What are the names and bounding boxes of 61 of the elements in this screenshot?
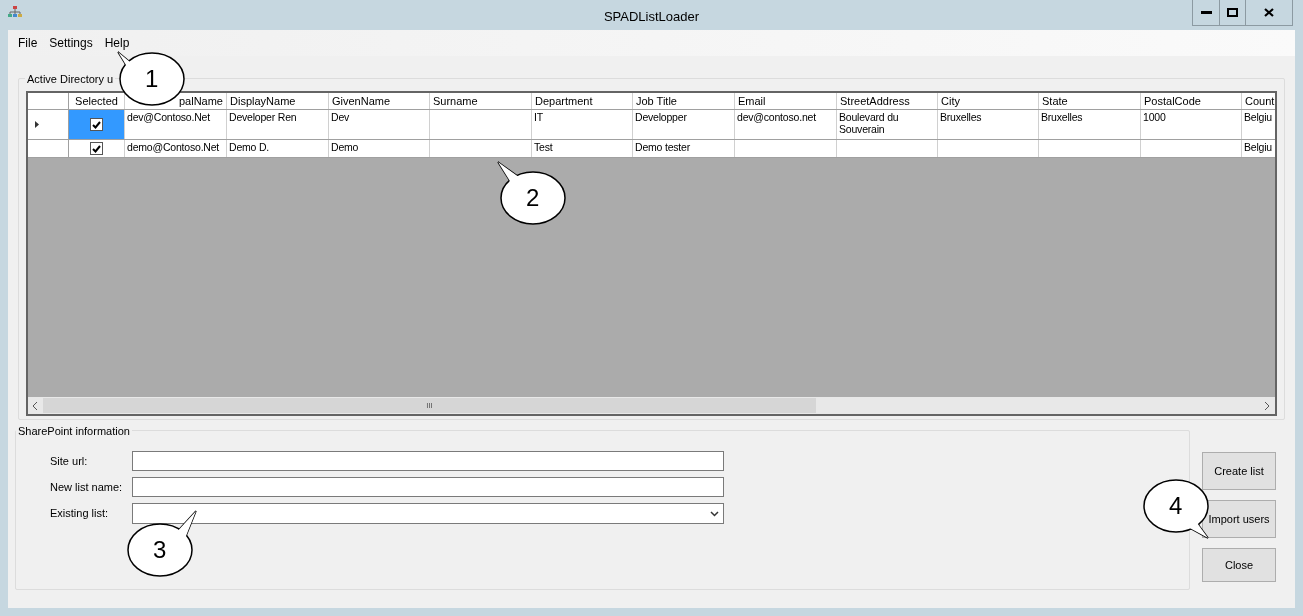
check-icon	[92, 120, 101, 129]
column-header[interactable]: Selected	[72, 93, 121, 109]
table-cell-text: Boulevard du Souverain	[838, 110, 900, 135]
horizontal-scrollbar[interactable]: III	[28, 397, 1275, 414]
table-cell-text: Belgiu	[1243, 110, 1273, 123]
scrollbar-grip: III	[426, 401, 433, 410]
table-cell-text: Demo tester	[634, 140, 691, 153]
column-header[interactable]: City	[938, 93, 963, 109]
column-header[interactable]: StreetAddress	[837, 93, 913, 109]
action-button[interactable]: Import users	[1202, 500, 1276, 538]
text-field[interactable]	[132, 451, 724, 471]
field-label: Site url:	[50, 453, 89, 469]
table-cell-text: IT	[533, 110, 544, 123]
column-header[interactable]: DisplayName	[227, 93, 299, 109]
column-header[interactable]: PostalCode	[1141, 93, 1204, 109]
column-header[interactable]: Email	[735, 93, 769, 109]
table-cell-text: Bruxelles	[939, 110, 983, 123]
column-header[interactable]: Count	[1242, 93, 1275, 109]
column-header[interactable]: Job Title	[633, 93, 680, 109]
table-cell-text: demo@Contoso.Net	[126, 140, 221, 153]
menu-item[interactable]: Help	[98, 34, 136, 52]
scrollbar-thumb[interactable]: III	[43, 398, 816, 413]
menu-item[interactable]: Settings	[43, 34, 99, 52]
table-cell-text: dev@contoso.net	[736, 110, 817, 123]
maximize-icon	[1227, 8, 1238, 17]
minimize-icon	[1200, 11, 1212, 14]
chevron-down-icon	[710, 510, 719, 517]
current-row-icon	[35, 121, 39, 128]
table-cell-text: Developper	[634, 110, 688, 123]
column-header[interactable]: State	[1039, 93, 1071, 109]
table-cell-text: Belgiu	[1243, 140, 1273, 153]
column-header[interactable]: Department	[532, 93, 596, 109]
table-cell-text: Dev	[330, 110, 351, 123]
table-cell-text: Bruxelles	[1040, 110, 1084, 123]
close-icon	[1264, 8, 1274, 17]
field-label: Existing list:	[50, 506, 110, 522]
table-cell-text: Demo D.	[228, 140, 271, 153]
callout-number: 2	[526, 186, 540, 210]
column-header[interactable]: Surname	[430, 93, 481, 109]
callout-number: 3	[153, 538, 167, 562]
row-checkbox[interactable]	[90, 118, 103, 131]
column-header[interactable]: GivenName	[329, 93, 394, 109]
callout-number: 1	[145, 67, 159, 91]
action-button[interactable]: Close	[1202, 548, 1276, 582]
app-icon	[8, 6, 22, 18]
action-button[interactable]: Create list	[1202, 452, 1276, 490]
table-cell-text: 1000	[1142, 110, 1167, 123]
table-cell-text: Demo	[330, 140, 360, 153]
table-cell-text: Developer Ren	[228, 110, 298, 123]
table-cell-text: dev@Contoso.Net	[126, 110, 211, 123]
field-label: New list name:	[50, 479, 124, 495]
scroll-right-icon[interactable]	[1265, 401, 1270, 410]
table-cell-text: Test	[533, 140, 554, 153]
callout-number: 4	[1169, 494, 1183, 518]
scroll-left-icon[interactable]	[33, 401, 38, 410]
text-field[interactable]	[132, 477, 724, 497]
column-header[interactable]: palName	[175, 93, 226, 109]
window-title: SPADListLoader	[603, 8, 700, 26]
row-checkbox[interactable]	[90, 142, 103, 155]
menu-item[interactable]: File	[12, 34, 44, 52]
check-icon	[92, 144, 101, 153]
